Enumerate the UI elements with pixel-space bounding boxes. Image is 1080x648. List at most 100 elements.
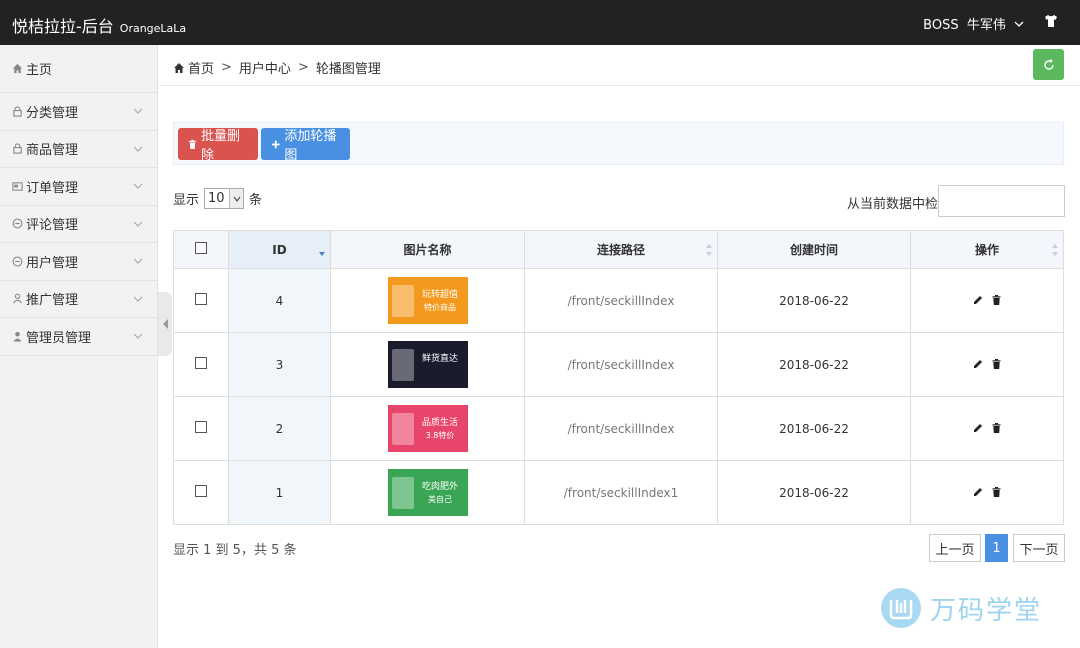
sidebar-item-comments[interactable]: 评论管理 bbox=[0, 206, 157, 243]
row-checkbox[interactable] bbox=[195, 293, 207, 305]
pencil-icon[interactable] bbox=[973, 487, 983, 497]
sidebar-item-label: 推广管理 bbox=[26, 293, 79, 309]
row-created: 2018-06-22 bbox=[717, 460, 911, 525]
banner-title: 鲜货直达 bbox=[421, 352, 457, 364]
user-name: 牛军伟 bbox=[966, 18, 1006, 33]
sidebar-item-home[interactable]: 主页 bbox=[0, 45, 157, 93]
breadcrumb-current: 轮播图管理 bbox=[315, 62, 381, 77]
trash-icon[interactable] bbox=[992, 294, 1001, 305]
row-id: 1 bbox=[228, 460, 331, 525]
banner-thumbnail[interactable]: 品质生活 3.8特价 bbox=[387, 405, 468, 452]
search-input[interactable] bbox=[938, 185, 1065, 217]
lock-icon bbox=[13, 106, 22, 117]
banner-title: 玩转超值 bbox=[421, 288, 457, 300]
sidebar-item-category[interactable]: 分类管理 bbox=[0, 93, 157, 131]
column-header-ops[interactable]: 操作 bbox=[910, 230, 1064, 269]
breadcrumb-bar: 首页 > 用户中心 > 轮播图管理 bbox=[159, 45, 1080, 86]
column-header-label: 图片名称 bbox=[403, 243, 452, 257]
user-menu[interactable]: BOSS 牛军伟 bbox=[923, 14, 1024, 33]
row-created: 2018-06-22 bbox=[717, 268, 911, 333]
sidebar: 主页 分类管理 商品管理 订单管理 评论管理 用户管理 推广管理 管理员管理 bbox=[0, 45, 158, 648]
trash-icon[interactable] bbox=[992, 422, 1001, 433]
row-path: /front/seckillIndex bbox=[524, 396, 718, 461]
add-banner-button[interactable]: 添加轮播图 bbox=[261, 128, 350, 163]
pencil-icon[interactable] bbox=[973, 359, 983, 369]
pencil-icon[interactable] bbox=[973, 423, 983, 433]
page-length-control: 显示 10 条 bbox=[173, 188, 262, 209]
brand[interactable]: 悦桔拉拉-后台 OrangeLaLa bbox=[12, 13, 186, 37]
row-actions bbox=[910, 268, 1064, 333]
breadcrumb-home[interactable]: 首页 bbox=[188, 58, 214, 77]
row-image-cell: 鲜货直达 bbox=[330, 332, 525, 397]
row-actions bbox=[910, 396, 1064, 461]
table-row: 1 吃肉肥外 美自己/front/seckillIndex1 2018-06-22 bbox=[173, 460, 1064, 525]
sidebar-item-admins[interactable]: 管理员管理 bbox=[0, 318, 157, 356]
table-row: 3 鲜货直达/front/seckillIndex 2018-06-22 bbox=[173, 332, 1064, 397]
row-select-cell bbox=[173, 268, 229, 333]
column-header-label: 创建时间 bbox=[789, 243, 838, 257]
column-header-image: 图片名称 bbox=[330, 230, 525, 269]
user-icon bbox=[12, 293, 23, 304]
pencil-icon[interactable] bbox=[973, 295, 983, 305]
watermark-logo bbox=[881, 588, 921, 628]
top-navbar: 悦桔拉拉-后台 OrangeLaLa BOSS 牛军伟 bbox=[0, 0, 1080, 45]
home-icon bbox=[174, 62, 184, 73]
row-path: /front/seckillIndex1 bbox=[524, 460, 718, 525]
banner-thumbnail[interactable]: 鲜货直达 bbox=[387, 341, 468, 388]
sidebar-item-label: 评论管理 bbox=[26, 218, 79, 234]
sidebar-item-label: 用户管理 bbox=[26, 255, 79, 271]
table-info: 显示 1 到 5，共 5 条 bbox=[173, 543, 297, 558]
refresh-icon bbox=[1043, 58, 1054, 70]
sidebar-item-products[interactable]: 商品管理 bbox=[0, 131, 157, 168]
pagination-prev[interactable]: 上一页 bbox=[929, 534, 981, 562]
trash-icon[interactable] bbox=[992, 486, 1001, 497]
select-all-checkbox[interactable] bbox=[195, 242, 207, 254]
row-id: 3 bbox=[228, 332, 331, 397]
chevron-down-icon bbox=[133, 183, 143, 190]
row-checkbox[interactable] bbox=[195, 357, 207, 369]
sidebar-item-orders[interactable]: 订单管理 bbox=[0, 168, 157, 206]
table-toolbar: 批量删除 添加轮播图 bbox=[173, 122, 1064, 165]
page-length-select[interactable]: 10 bbox=[204, 188, 245, 209]
sidebar-item-label: 主页 bbox=[26, 63, 53, 78]
row-checkbox[interactable] bbox=[195, 421, 207, 433]
add-banner-label: 添加轮播图 bbox=[284, 129, 337, 163]
row-select-cell bbox=[173, 460, 229, 525]
banner-subtitle: 美自己 bbox=[428, 494, 452, 504]
select-all-header bbox=[173, 230, 229, 269]
trash-icon bbox=[188, 139, 197, 149]
banner-thumbnail[interactable]: 吃肉肥外美自己 bbox=[387, 469, 468, 516]
row-image-cell: 玩转超值 特价商品 bbox=[330, 268, 525, 333]
sidebar-item-users[interactable]: 用户管理 bbox=[0, 243, 157, 281]
breadcrumb-user-center[interactable]: 用户中心 bbox=[239, 58, 291, 77]
sidebar-item-label: 管理员管理 bbox=[26, 330, 92, 346]
trash-icon[interactable] bbox=[992, 358, 1001, 369]
row-select-cell bbox=[173, 332, 229, 397]
row-path: /front/seckillIndex bbox=[524, 268, 718, 333]
column-header-path[interactable]: 连接路径 bbox=[524, 230, 718, 269]
banner-thumbnail[interactable]: 玩转超值特价商品 bbox=[387, 277, 468, 324]
watermark: 万码学堂 bbox=[880, 587, 1042, 629]
column-header-created: 创建时间 bbox=[717, 230, 911, 269]
tshirt-icon[interactable] bbox=[1044, 14, 1058, 28]
breadcrumb-separator: > bbox=[297, 60, 309, 75]
comment-icon bbox=[12, 256, 23, 267]
chevron-down-icon bbox=[1014, 21, 1024, 27]
table-body: 4 玩转超值 特价商品/front/seckillIndex 2018-06-22 3 鲜… bbox=[173, 268, 1064, 525]
row-created: 2018-06-22 bbox=[717, 332, 911, 397]
sidebar-collapse-toggle[interactable] bbox=[158, 292, 172, 356]
pagination-next[interactable]: 下一页 bbox=[1013, 534, 1065, 562]
pagination-page[interactable]: 1 bbox=[985, 534, 1008, 562]
batch-delete-label: 批量删除 bbox=[201, 129, 241, 163]
batch-delete-button[interactable]: 批量删除 bbox=[178, 128, 258, 163]
column-header-label: 连接路径 bbox=[596, 243, 645, 257]
refresh-button[interactable] bbox=[1033, 49, 1064, 80]
column-header-id[interactable]: ID bbox=[228, 230, 331, 269]
sidebar-item-promotion[interactable]: 推广管理 bbox=[0, 281, 157, 318]
row-actions bbox=[910, 332, 1064, 397]
page-length-prefix: 显示 bbox=[173, 193, 200, 208]
chevron-down-icon bbox=[133, 296, 143, 302]
user-role: BOSS bbox=[923, 18, 959, 33]
sidebar-item-label: 商品管理 bbox=[26, 143, 79, 159]
row-checkbox[interactable] bbox=[195, 485, 207, 497]
